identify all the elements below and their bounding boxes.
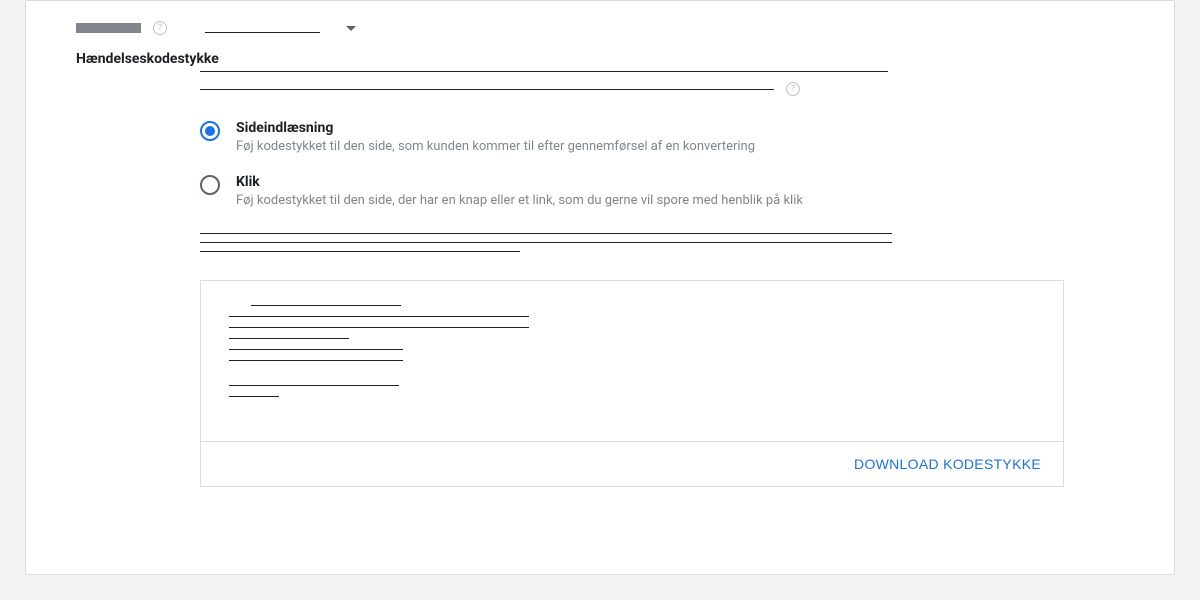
radio-indicator <box>200 121 220 141</box>
snippet-type-radio-group: Sideindlæsning Føj kodestykket til den s… <box>200 120 1064 209</box>
dropdown-selected-redacted <box>205 23 320 33</box>
value-dropdown[interactable] <box>205 23 356 33</box>
help-icon[interactable]: ? <box>786 82 800 96</box>
chevron-down-icon <box>346 26 356 31</box>
radio-label: Klik <box>236 174 803 190</box>
event-snippet-content: ? Sideindlæsning Føj kodestykket til den… <box>200 71 1064 487</box>
intro-text-redacted <box>200 71 888 72</box>
help-icon[interactable]: ? <box>153 21 167 35</box>
radio-option-click[interactable]: Klik Føj kodestykket til den side, der h… <box>200 174 1064 210</box>
top-field-row: ? <box>76 21 1064 35</box>
intro-text-redacted <box>200 89 774 90</box>
settings-card: ? Hændelseskodestykke ? Sideindlæsning F… <box>25 0 1175 575</box>
paragraph-redacted <box>200 233 1064 252</box>
field-label-redacted <box>76 23 141 33</box>
event-snippet-title: Hændelseskodestykke <box>76 51 1064 67</box>
radio-label: Sideindlæsning <box>236 120 755 136</box>
code-body-redacted <box>201 281 1063 441</box>
radio-option-page-load[interactable]: Sideindlæsning Føj kodestykket til den s… <box>200 120 1064 156</box>
radio-description: Føj kodestykket til den side, som kunden… <box>236 138 755 156</box>
download-snippet-button[interactable]: Download kodestykke <box>854 456 1041 472</box>
code-snippet-box: Download kodestykke <box>200 280 1064 487</box>
radio-indicator <box>200 175 220 195</box>
code-footer: Download kodestykke <box>201 441 1063 486</box>
radio-description: Føj kodestykket til den side, der har en… <box>236 192 803 210</box>
